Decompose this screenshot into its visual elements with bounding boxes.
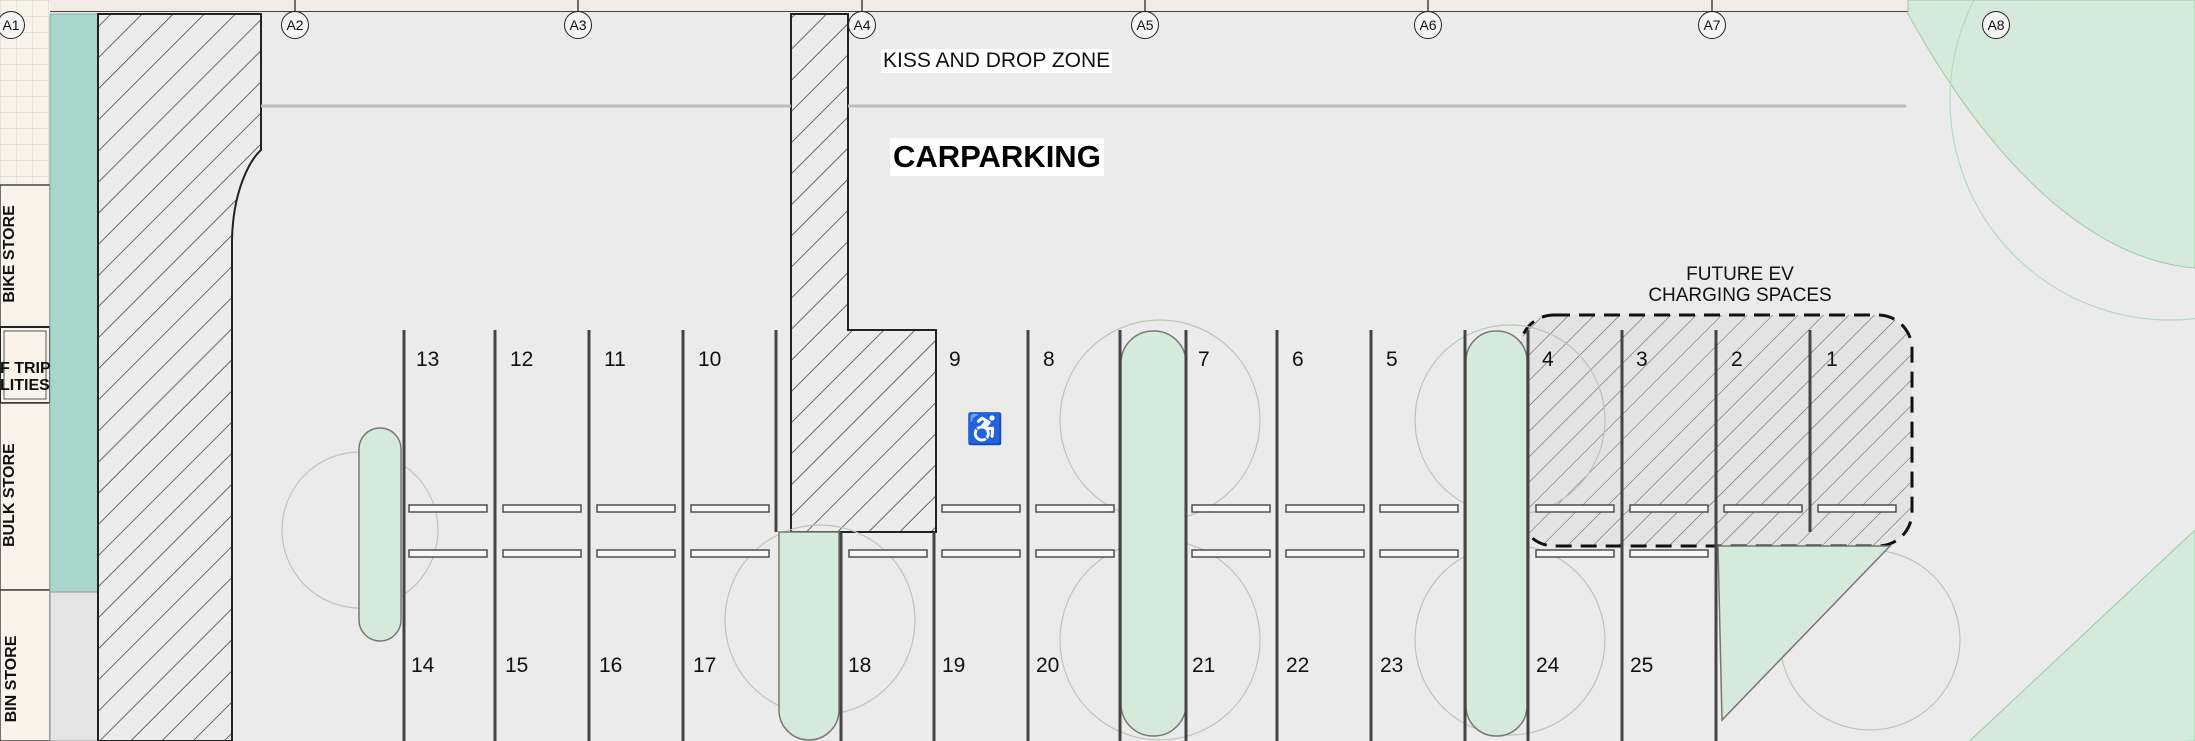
grid-bubble-a3: A3 — [564, 11, 592, 39]
bay-number-21: 21 — [1192, 654, 1216, 677]
grid-bubble-a2: A2 — [281, 11, 309, 39]
wheelchair-icon: ♿ — [966, 413, 1004, 446]
bay-number-24: 24 — [1536, 654, 1560, 677]
bay-number-8: 8 — [1043, 348, 1055, 371]
grid-bubble-a5: A5 — [1131, 11, 1159, 39]
bay-number-15: 15 — [505, 654, 529, 677]
ev-label-line1: FUTURE EV — [1686, 264, 1794, 285]
ev-charging-label: FUTURE EV CHARGING SPACES — [1640, 264, 1840, 306]
bay-number-25: 25 — [1630, 654, 1654, 677]
bay-number-19: 19 — [942, 654, 966, 677]
bay-number-11: 11 — [604, 348, 626, 371]
kiss-and-drop-label: KISS AND DROP ZONE — [881, 49, 1113, 73]
bay-number-16: 16 — [599, 654, 623, 677]
grid-bubble-a6: A6 — [1414, 11, 1442, 39]
bay-number-4: 4 — [1542, 348, 1554, 371]
bay-number-2: 2 — [1731, 348, 1743, 371]
bay-number-9: 9 — [949, 348, 961, 371]
grid-bubble-a4: A4 — [848, 11, 876, 39]
eot-facilities-label: F TRIP LITIES — [0, 360, 51, 394]
bay-number-23: 23 — [1380, 654, 1404, 677]
bike-store-label: BIKE STORE — [1, 205, 18, 303]
ev-label-line2: CHARGING SPACES — [1648, 285, 1832, 306]
grid-bubble-a8: A8 — [1982, 11, 2010, 39]
bay-number-3: 3 — [1636, 348, 1648, 371]
bay-number-5: 5 — [1386, 348, 1398, 371]
carparking-title: CARPARKING — [890, 138, 1104, 176]
bay-number-1: 1 — [1826, 348, 1838, 371]
bay-number-6: 6 — [1292, 348, 1304, 371]
bay-number-10: 10 — [698, 348, 722, 371]
bay-number-7: 7 — [1198, 348, 1210, 371]
bay-number-22: 22 — [1286, 654, 1310, 677]
bay-number-14: 14 — [411, 654, 435, 677]
bay-number-20: 20 — [1036, 654, 1060, 677]
grid-bubble-a7: A7 — [1698, 11, 1726, 39]
landscape-strip — [49, 13, 99, 593]
bay-number-13: 13 — [416, 348, 440, 371]
bay-number-18: 18 — [848, 654, 872, 677]
eot-line2: LITIES — [0, 377, 50, 394]
bay-number-12: 12 — [510, 348, 534, 371]
bay-number-17: 17 — [693, 654, 717, 677]
bin-store-label: BIN STORE — [3, 635, 20, 723]
site-plan-drawing — [0, 0, 2195, 741]
eot-line1: F TRIP — [0, 360, 51, 377]
bulk-store-label: BULK STORE — [1, 443, 18, 547]
